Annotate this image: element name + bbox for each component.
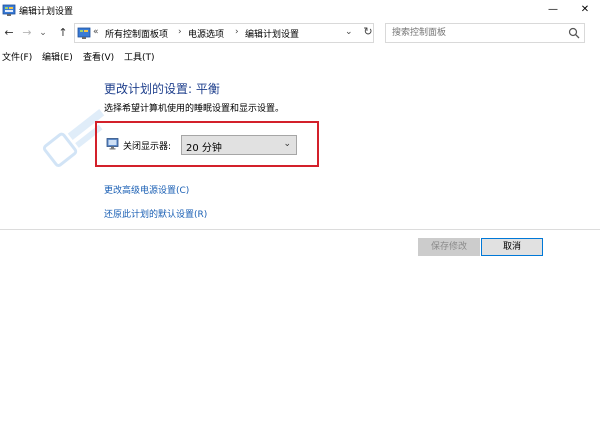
menu-tools[interactable]: 工具(T): [124, 50, 155, 63]
window-title: 编辑计划设置: [19, 7, 74, 17]
page-title: 更改计划的设置: 平衡: [104, 82, 220, 96]
restore-defaults-link[interactable]: 还原此计划的默认设置(R): [104, 207, 207, 220]
advanced-power-settings-link[interactable]: 更改高级电源设置(C): [104, 183, 189, 196]
chevron-down-icon: ⌄: [283, 139, 291, 149]
menu-bar: 文件(F) 编辑(E) 查看(V) 工具(T): [0, 47, 600, 65]
breadcrumb-separator[interactable]: ›: [235, 27, 239, 37]
display-off-select[interactable]: 20 分钟 ⌄: [181, 135, 297, 155]
search-input[interactable]: [386, 24, 561, 42]
breadcrumb-separator[interactable]: ›: [178, 27, 182, 37]
menu-file[interactable]: 文件(F): [2, 50, 32, 63]
search-box: [385, 23, 585, 43]
menu-edit[interactable]: 编辑(E): [42, 50, 73, 63]
breadcrumb-power-options[interactable]: 电源选项: [188, 27, 224, 40]
cancel-button[interactable]: 取消: [481, 238, 543, 256]
refresh-icon[interactable]: ↻: [361, 25, 375, 39]
divider: [0, 229, 600, 230]
control-panel-icon: [2, 4, 16, 16]
recent-pages-chevron-icon[interactable]: ⌄: [36, 26, 50, 40]
display-off-label: 关闭显示器:: [123, 142, 172, 152]
breadcrumb-overflow[interactable]: «: [93, 27, 99, 37]
title-bar: 编辑计划设置 — ✕: [0, 0, 600, 20]
address-bar-row: ← → ⌄ ↑ « 所有控制面板项 › 电源选项 › 编辑计划设置 ⌄ ↻: [0, 21, 600, 45]
control-panel-icon: [77, 27, 91, 39]
breadcrumb-all-items[interactable]: 所有控制面板项: [105, 27, 168, 40]
save-button[interactable]: 保存修改: [418, 238, 480, 256]
search-icon[interactable]: [568, 27, 580, 39]
display-off-value: 20 分钟: [186, 143, 222, 154]
breadcrumb-edit-plan[interactable]: 编辑计划设置: [245, 27, 299, 40]
monitor-icon: [106, 138, 119, 150]
address-box[interactable]: « 所有控制面板项 › 电源选项 › 编辑计划设置 ⌄: [74, 23, 374, 43]
back-arrow-icon[interactable]: ←: [2, 26, 16, 40]
up-arrow-icon[interactable]: ↑: [56, 26, 70, 40]
minimize-button[interactable]: —: [538, 0, 568, 20]
close-button[interactable]: ✕: [570, 0, 600, 20]
menu-view[interactable]: 查看(V): [83, 50, 114, 63]
page-description: 选择希望计算机使用的睡眠设置和显示设置。: [104, 104, 285, 114]
address-dropdown-chevron-icon[interactable]: ⌄: [345, 27, 353, 37]
forward-arrow-icon[interactable]: →: [20, 26, 34, 40]
